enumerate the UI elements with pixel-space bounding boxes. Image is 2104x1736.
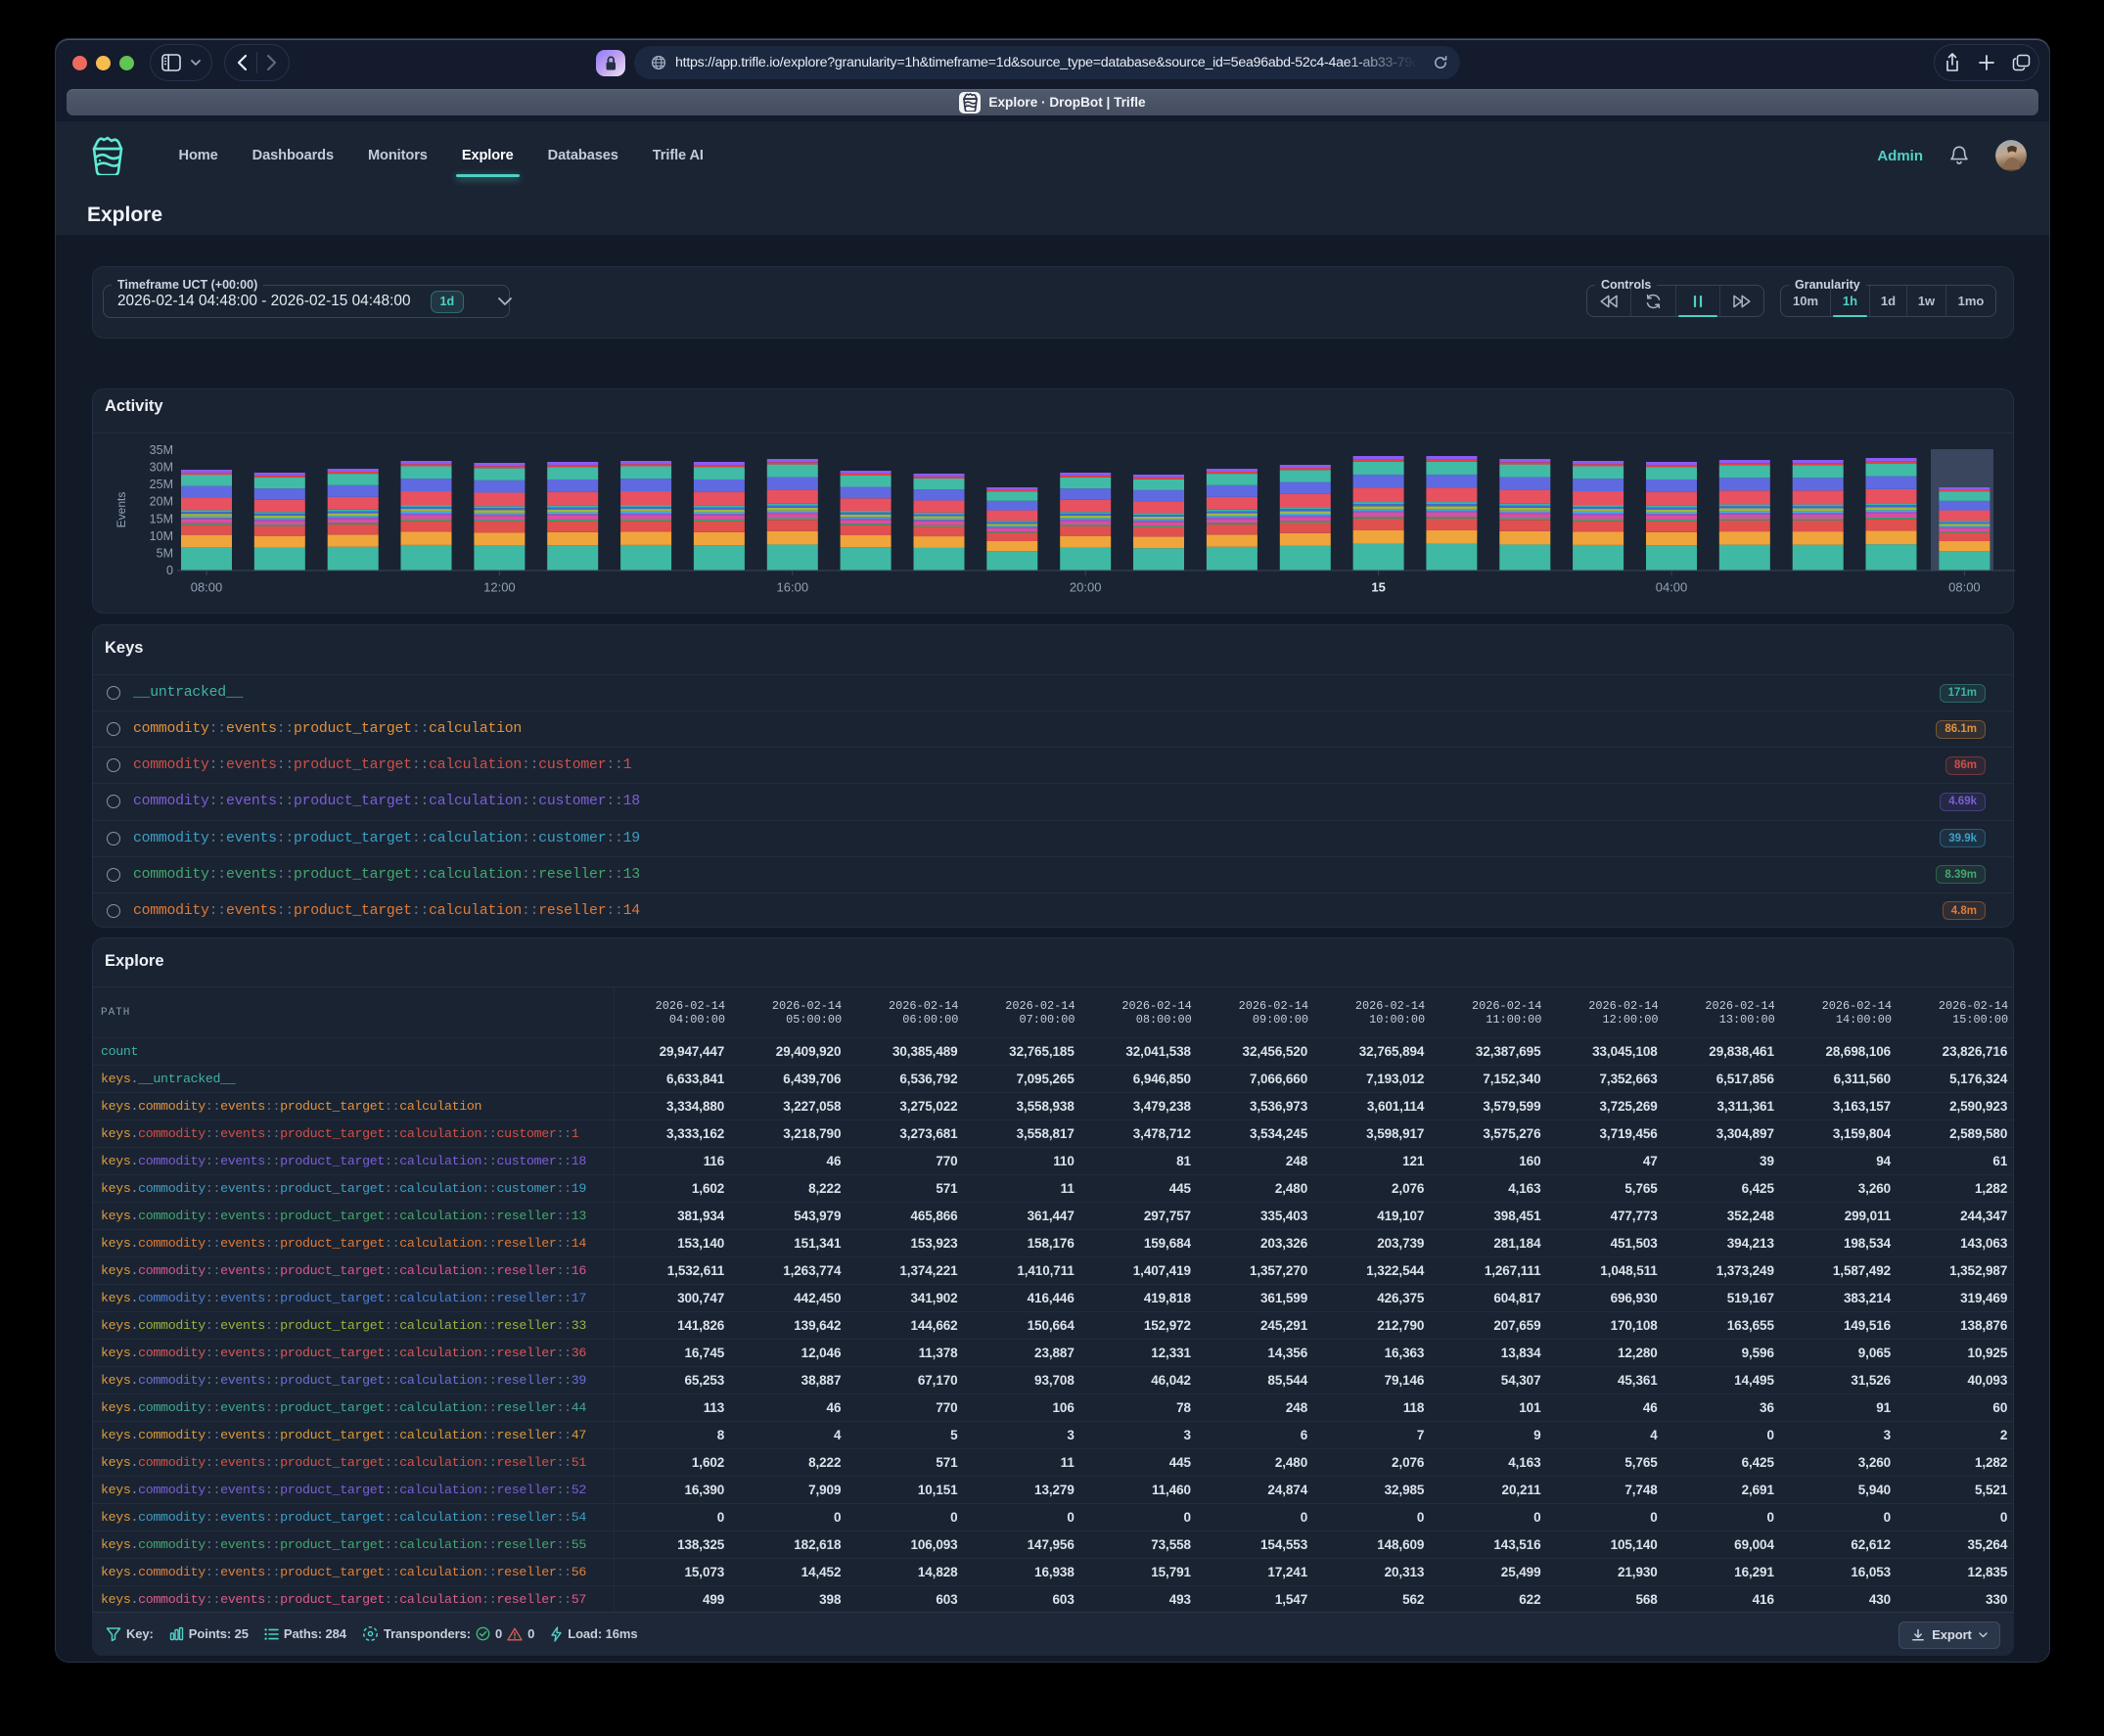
svg-text:5M: 5M (157, 546, 173, 560)
svg-text:30M: 30M (150, 461, 173, 475)
svg-text:16:00: 16:00 (777, 580, 809, 595)
svg-text:08:00: 08:00 (1948, 580, 1981, 595)
svg-text:20:00: 20:00 (1070, 580, 1102, 595)
svg-text:Events: Events (114, 492, 128, 528)
svg-text:04:00: 04:00 (1656, 580, 1688, 595)
svg-text:25M: 25M (150, 478, 173, 491)
svg-text:35M: 35M (150, 443, 173, 457)
svg-text:10M: 10M (150, 529, 173, 543)
svg-text:15: 15 (1371, 580, 1385, 595)
svg-text:08:00: 08:00 (191, 580, 223, 595)
svg-text:0: 0 (166, 564, 173, 577)
svg-text:15M: 15M (150, 512, 173, 525)
svg-text:12:00: 12:00 (483, 580, 516, 595)
svg-text:20M: 20M (150, 495, 173, 509)
